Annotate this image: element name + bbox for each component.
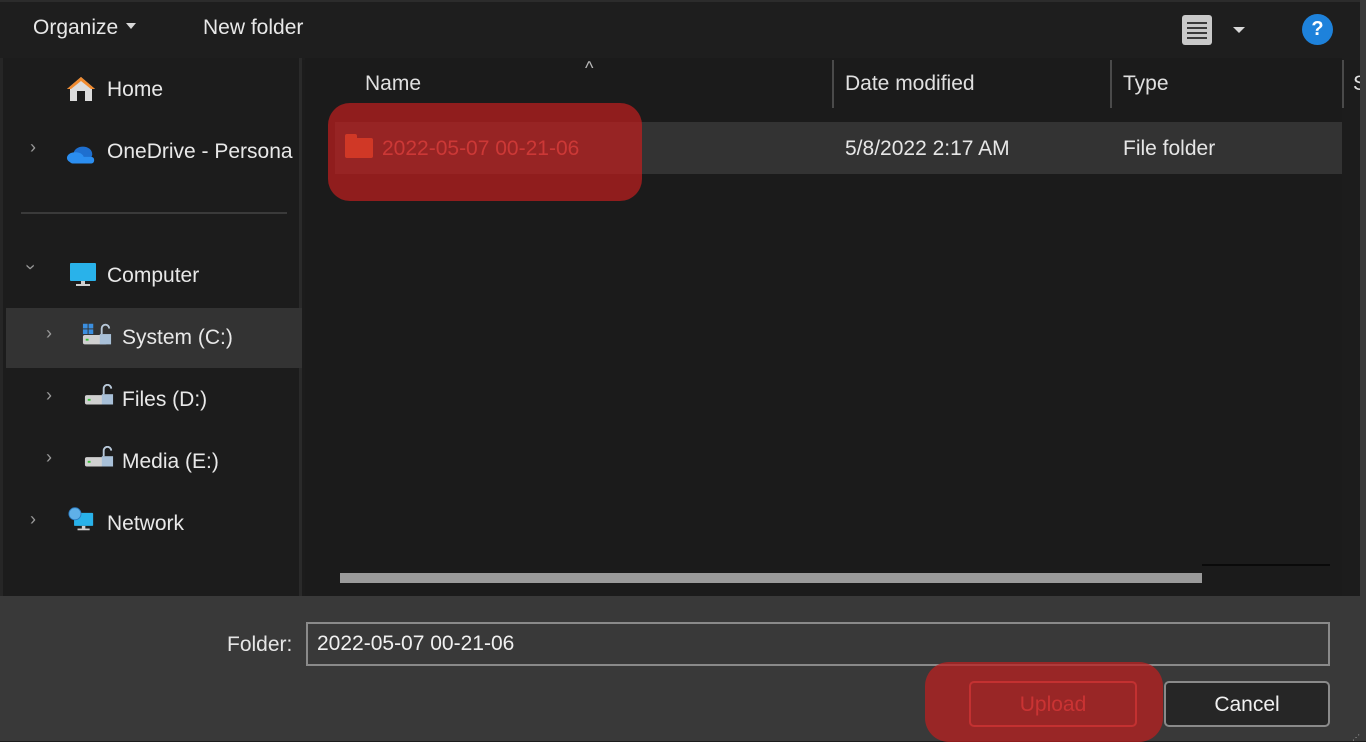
toolbar: Organize New folder ?: [0, 0, 1360, 60]
computer-monitor-icon: [70, 263, 96, 286]
chevron-down-icon[interactable]: ›: [21, 264, 41, 274]
upload-button[interactable]: Upload: [969, 681, 1137, 727]
column-header-date-modified[interactable]: Date modified: [845, 72, 975, 96]
view-options-chevron-down-icon[interactable]: [1233, 27, 1245, 33]
organize-label: Organize: [33, 16, 119, 39]
nav-item-system-c[interactable]: › System (C:): [6, 308, 302, 368]
network-icon: [68, 507, 94, 531]
nav-label-computer: Computer: [107, 264, 200, 287]
file-type: File folder: [1123, 137, 1216, 160]
chevron-right-icon[interactable]: ›: [30, 138, 40, 156]
drive-icon: [84, 384, 114, 405]
nav-label-network: Network: [107, 512, 185, 535]
nav-label-onedrive: OneDrive - Persona: [107, 140, 293, 163]
onedrive-cloud-icon: [66, 146, 95, 164]
horizontal-scrollbar[interactable]: [340, 573, 1202, 583]
drive-icon: [84, 446, 114, 467]
cancel-button[interactable]: Cancel: [1164, 681, 1330, 727]
chevron-right-icon[interactable]: ›: [46, 386, 56, 404]
nav-item-files-d[interactable]: › Files (D:): [6, 370, 302, 430]
column-divider[interactable]: [1110, 60, 1112, 108]
new-folder-button[interactable]: New folder: [203, 16, 303, 40]
chevron-right-icon[interactable]: ›: [46, 324, 56, 342]
window-edge: [1360, 0, 1366, 741]
column-header-name[interactable]: Name: [365, 72, 421, 96]
column-divider[interactable]: [832, 60, 834, 108]
nav-item-computer[interactable]: › Computer: [6, 246, 302, 306]
navigation-pane: Home › OneDrive - Persona › Computer › S…: [0, 58, 302, 596]
scrollbar-thumb[interactable]: [340, 573, 1202, 583]
folder-label: Folder:: [227, 633, 293, 656]
nav-item-home[interactable]: Home: [6, 60, 302, 120]
system-drive-icon: [82, 323, 112, 345]
dialog-footer: Folder: Upload Cancel: [0, 596, 1360, 742]
nav-label-media-e: Media (E:): [122, 450, 219, 473]
nav-item-media-e[interactable]: › Media (E:): [6, 432, 302, 492]
resize-grip-icon[interactable]: ⋰: [1352, 733, 1360, 742]
column-header-type[interactable]: Type: [1123, 72, 1169, 96]
scrollbar-divider: [1202, 564, 1330, 566]
file-date-modified: 5/8/2022 2:17 AM: [845, 137, 1010, 160]
nav-label-system-c: System (C:): [122, 326, 233, 349]
organize-button[interactable]: Organize: [33, 16, 137, 40]
help-icon[interactable]: ?: [1302, 14, 1333, 45]
nav-label-files-d: Files (D:): [122, 388, 208, 411]
chevron-right-icon[interactable]: ›: [30, 510, 40, 528]
chevron-right-icon[interactable]: ›: [46, 448, 56, 466]
folder-input[interactable]: [306, 622, 1330, 666]
folder-icon: [345, 134, 373, 158]
chevron-down-icon: [126, 23, 137, 30]
sort-ascending-icon: ^: [585, 58, 594, 78]
column-divider[interactable]: [1342, 60, 1344, 108]
details-view-icon[interactable]: [1182, 15, 1212, 45]
nav-item-network[interactable]: › Network: [6, 494, 302, 554]
nav-divider: [21, 212, 287, 214]
nav-item-onedrive[interactable]: › OneDrive - Persona: [6, 122, 302, 182]
nav-label-home: Home: [107, 78, 164, 101]
file-name: 2022-05-07 00-21-06: [382, 137, 580, 160]
home-icon: [67, 77, 95, 101]
file-list: ^ Name Date modified Type S 2022-05-07 0…: [305, 58, 1366, 596]
file-row[interactable]: 2022-05-07 00-21-06 5/8/2022 2:17 AM Fil…: [335, 122, 1342, 174]
